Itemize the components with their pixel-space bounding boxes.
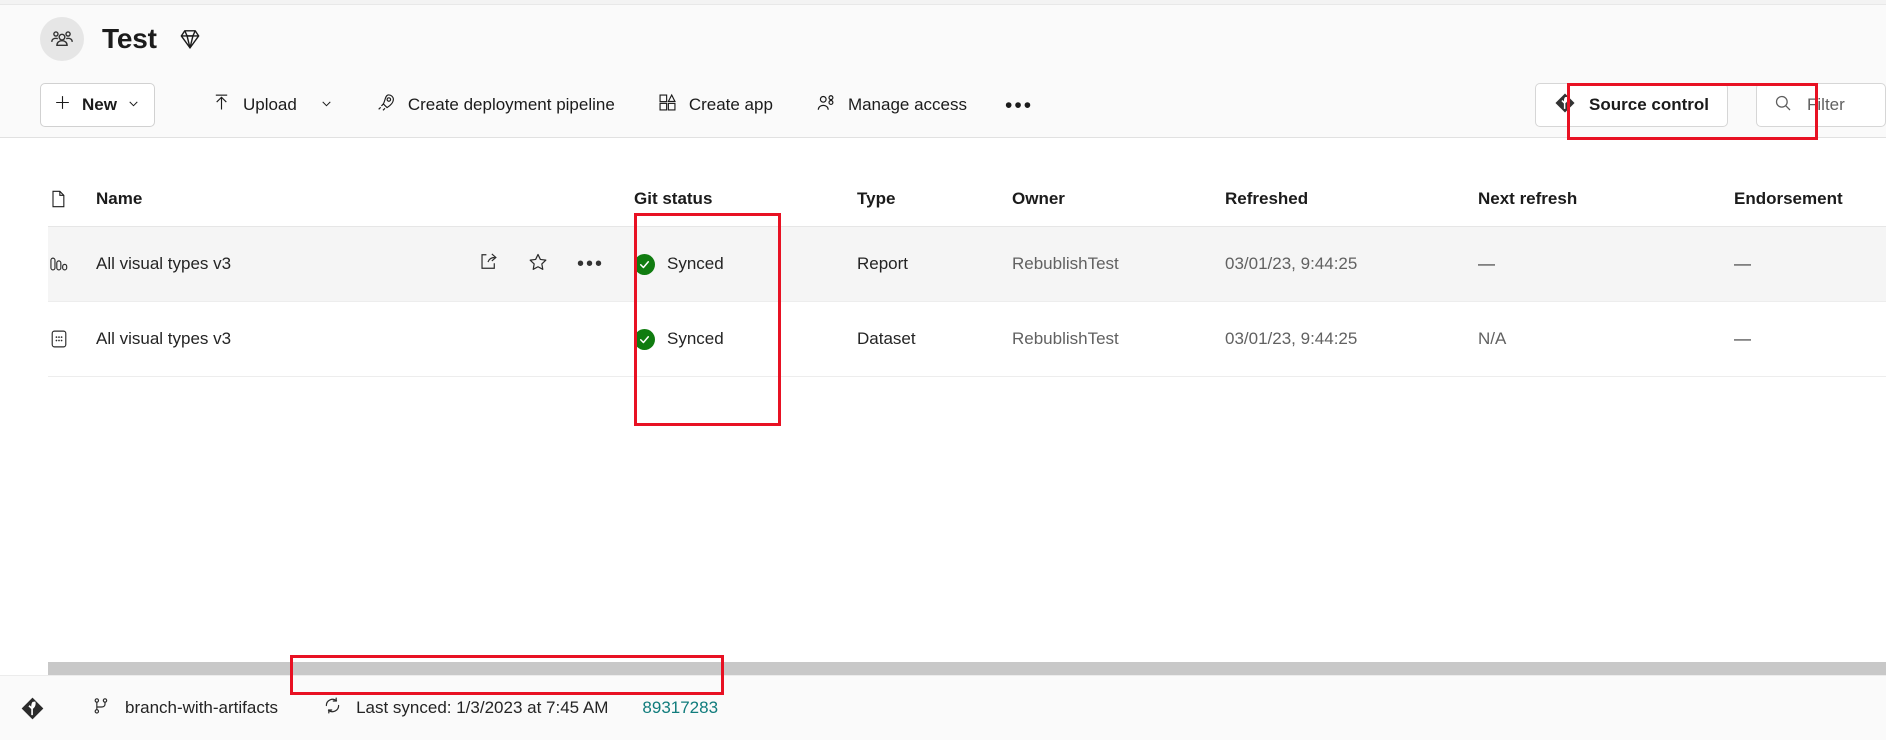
more-commands-button[interactable]: ••• [995, 95, 1043, 116]
status-badge-label: Synced [667, 254, 724, 274]
chevron-down-icon [320, 95, 333, 115]
column-header-refreshed[interactable]: Refreshed [1225, 189, 1478, 209]
branch-icon [91, 696, 111, 721]
artifact-table: Name Git status Type Owner Refreshed Nex… [0, 172, 1886, 377]
git-diamond-icon[interactable] [20, 696, 45, 721]
page-title: Test [102, 23, 157, 55]
status-badge: Synced [634, 329, 857, 350]
status-badge: Synced [634, 254, 857, 275]
manage-access-button[interactable]: Manage access [805, 83, 977, 127]
upload-button[interactable]: Upload [201, 83, 343, 127]
column-header-next-refresh[interactable]: Next refresh [1478, 189, 1734, 209]
check-circle-icon [634, 329, 655, 350]
row-owner-cell: RebublishTest [1012, 329, 1225, 349]
app-grid-icon [657, 92, 678, 118]
commit-id-link[interactable]: 89317283 [642, 698, 718, 718]
last-synced-label: Last synced: 1/3/2023 at 7:45 AM [356, 698, 608, 718]
source-control-label: Source control [1589, 95, 1709, 115]
diamond-icon [177, 26, 203, 52]
row-git-status-cell: Synced [634, 254, 857, 275]
table-row[interactable]: All visual types v3 ••• [48, 227, 1886, 302]
sync-refresh-icon[interactable] [322, 695, 343, 721]
dataset-icon [48, 328, 96, 350]
filter-input[interactable] [1805, 94, 1885, 116]
plus-icon [53, 93, 72, 117]
column-header-type[interactable]: Type [857, 189, 1012, 209]
column-header-git-status[interactable]: Git status [634, 189, 857, 209]
horizontal-scrollbar[interactable] [48, 662, 1886, 676]
row-endorsement-cell: — [1734, 254, 1886, 274]
row-name-cell: All visual types v3 [96, 329, 634, 349]
row-endorsement-cell: — [1734, 329, 1886, 349]
rocket-icon [375, 92, 397, 119]
check-circle-icon [634, 254, 655, 275]
artifact-name-link[interactable]: All visual types v3 [96, 329, 231, 349]
filter-box[interactable] [1756, 83, 1886, 127]
row-next-refresh-cell: — [1478, 254, 1734, 274]
git-diamond-icon [1554, 92, 1576, 119]
people-group-icon [40, 17, 84, 61]
row-actions: ••• [478, 251, 634, 278]
create-deployment-pipeline-button[interactable]: Create deployment pipeline [365, 83, 625, 127]
workspace-header: Test [0, 5, 1886, 73]
table-header-row: Name Git status Type Owner Refreshed Nex… [48, 172, 1886, 227]
create-app-button[interactable]: Create app [647, 83, 783, 127]
row-refreshed-cell: 03/01/23, 9:44:25 [1225, 254, 1478, 274]
upload-button-label: Upload [243, 95, 297, 115]
row-type-cell: Dataset [857, 329, 1012, 349]
new-button-label: New [82, 95, 117, 115]
row-owner-cell: RebublishTest [1012, 254, 1225, 274]
upload-arrow-icon [211, 92, 232, 118]
more-options-icon[interactable]: ••• [577, 254, 604, 274]
file-icon [48, 188, 96, 210]
branch-name-label: branch-with-artifacts [125, 698, 278, 718]
artifact-name-link[interactable]: All visual types v3 [96, 254, 231, 274]
command-bar: New Upload Create deployment pipeline [0, 73, 1886, 138]
source-control-button[interactable]: Source control [1535, 83, 1728, 127]
row-refreshed-cell: 03/01/23, 9:44:25 [1225, 329, 1478, 349]
status-badge-label: Synced [667, 329, 724, 349]
column-header-endorsement[interactable]: Endorsement [1734, 189, 1886, 209]
manage-access-label: Manage access [848, 95, 967, 115]
favorite-star-icon[interactable] [527, 251, 549, 278]
table-row[interactable]: All visual types v3 Synced Dataset Rebub… [48, 302, 1886, 377]
column-header-name[interactable]: Name [96, 189, 634, 209]
new-button[interactable]: New [40, 83, 155, 127]
row-type-cell: Report [857, 254, 1012, 274]
search-icon [1773, 93, 1793, 118]
report-bar-chart-icon [48, 253, 96, 275]
branch-selector[interactable]: branch-with-artifacts [91, 696, 278, 721]
row-next-refresh-cell: N/A [1478, 329, 1734, 349]
row-name-cell: All visual types v3 ••• [96, 251, 634, 278]
chevron-down-icon [127, 95, 140, 115]
column-header-owner[interactable]: Owner [1012, 189, 1225, 209]
row-git-status-cell: Synced [634, 329, 857, 350]
people-icon [815, 92, 837, 119]
create-deployment-pipeline-label: Create deployment pipeline [408, 95, 615, 115]
create-app-label: Create app [689, 95, 773, 115]
command-bar-right: Source control [1535, 83, 1886, 127]
share-icon[interactable] [478, 251, 499, 277]
last-synced-info: Last synced: 1/3/2023 at 7:45 AM [322, 695, 608, 721]
git-status-bar: branch-with-artifacts Last synced: 1/3/2… [0, 675, 1886, 740]
